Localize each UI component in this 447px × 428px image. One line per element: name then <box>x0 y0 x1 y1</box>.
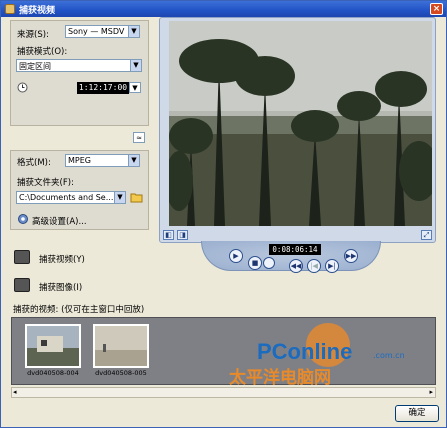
capture-video-window: 捕获视频 × 来源(S): Sony — MSDV ▼ 捕获模式(O): 固定区… <box>0 0 447 428</box>
scroll-left-arrow[interactable]: ◂ <box>13 388 17 396</box>
player-timecode: 0:08:06:14 <box>269 244 321 255</box>
timecode-dropdown[interactable]: ▼ <box>129 82 141 93</box>
thumbnail-item[interactable] <box>93 324 149 368</box>
chevron-down-icon: ▼ <box>128 155 139 166</box>
chevron-down-icon: ▼ <box>128 26 139 37</box>
stop-button[interactable]: ■ <box>248 256 262 270</box>
scroll-right-arrow[interactable]: ▸ <box>429 388 433 396</box>
play-button[interactable]: ▶ <box>229 249 243 263</box>
close-button[interactable]: × <box>430 3 443 15</box>
thumbnail-image <box>27 326 79 366</box>
thumbnail-name: dvd040508-005 <box>95 369 147 377</box>
rewind-button[interactable]: ◀◀ <box>289 259 303 273</box>
advanced-settings-link[interactable]: 高级设置(A)... <box>32 215 87 227</box>
chevron-down-icon: ▼ <box>114 192 125 203</box>
watermark-domain: .com.cn <box>373 351 405 360</box>
jog-dial[interactable] <box>263 257 275 269</box>
pconline-watermark: PConline .com.cn 太平洋电脑网 <box>223 319 423 388</box>
thumbnail-item[interactable] <box>25 324 81 368</box>
capture-image-button[interactable]: 捕获图像(I) <box>39 281 82 293</box>
format-label: 格式(M): <box>17 158 51 168</box>
ok-button[interactable]: 确定 <box>395 405 439 422</box>
player-timecode-value: 0:08:06:14 <box>272 245 318 254</box>
gear-icon <box>18 214 28 224</box>
capture-video-icon[interactable] <box>14 250 30 264</box>
horizontal-scrollbar[interactable]: ◂ ▸ <box>11 387 436 398</box>
watermark-brand: PConline <box>257 339 353 364</box>
thumbnail-image <box>95 326 147 366</box>
timecode-field[interactable]: 1:12:17:00 <box>77 82 129 94</box>
format-select[interactable]: MPEG ▼ <box>65 154 140 167</box>
source-select[interactable]: Sony — MSDV ▼ <box>65 25 140 38</box>
source-select-value: Sony — MSDV <box>68 27 125 36</box>
timecode-value: 1:12:17:00 <box>78 83 128 92</box>
chevron-down-icon: ▼ <box>130 60 141 71</box>
fast-forward-button[interactable]: ▶▶ <box>344 249 358 263</box>
clock-icon <box>17 82 28 93</box>
capture-mode-select[interactable]: 固定区间 ▼ <box>16 59 142 72</box>
video-preview <box>169 21 432 226</box>
source-label: 来源(S): <box>17 30 49 40</box>
window-title: 捕获视频 <box>19 6 56 16</box>
capture-video-button[interactable]: 捕获视频(Y) <box>39 253 85 265</box>
collapse-button[interactable]: ≈ <box>133 132 145 143</box>
watermark-cn-name: 太平洋电脑网 <box>229 368 331 388</box>
format-value: MPEG <box>68 156 91 165</box>
fullscreen-button[interactable]: ⤢ <box>421 230 432 240</box>
capture-folder-value: C:\Documents and Se... <box>19 193 114 202</box>
step-back-button[interactable]: |◀ <box>307 259 321 273</box>
video-frame-image <box>169 21 432 226</box>
folder-icon[interactable] <box>130 191 143 203</box>
step-forward-button[interactable]: ▶| <box>325 259 339 273</box>
capture-image-icon[interactable] <box>14 278 30 292</box>
captured-video-label: 捕获的视频: (仅可在主窗口中回放) <box>13 305 145 315</box>
capture-folder-label: 捕获文件夹(F): <box>17 178 74 188</box>
capture-mode-value: 固定区间 <box>19 62 51 71</box>
forward-mark-button[interactable]: ◨ <box>177 230 188 240</box>
app-icon <box>5 4 15 14</box>
rewind-mark-button[interactable]: ◧ <box>163 230 174 240</box>
thumbnail-name: dvd040508-004 <box>27 369 79 377</box>
title-bar: 捕获视频 × <box>1 1 446 17</box>
capture-mode-label: 捕获模式(O): <box>17 47 68 57</box>
capture-folder-select[interactable]: C:\Documents and Se... ▼ <box>16 191 126 204</box>
